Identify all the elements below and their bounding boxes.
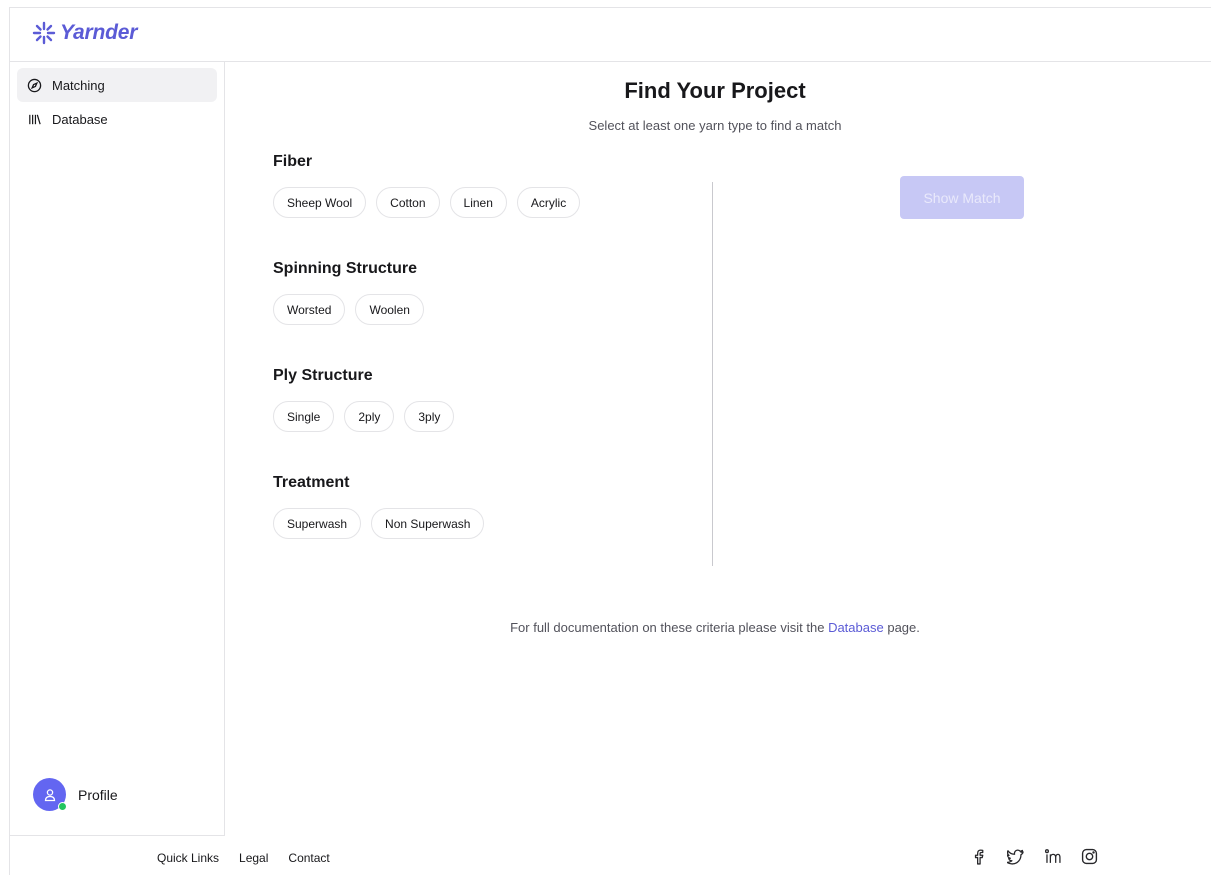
logo[interactable]: Yarnder (32, 21, 137, 45)
chip-non-superwash[interactable]: Non Superwash (371, 508, 485, 539)
doc-note-suffix: page. (887, 620, 920, 635)
chip-woolen[interactable]: Woolen (355, 294, 424, 325)
online-status-dot (58, 802, 67, 811)
chip-acrylic[interactable]: Acrylic (516, 187, 581, 218)
sidebar-item-matching[interactable]: Matching (17, 68, 217, 102)
chip-superwash[interactable]: Superwash (273, 508, 362, 539)
footer-link-quick-links[interactable]: Quick Links (157, 851, 219, 865)
chip-worsted[interactable]: Worsted (273, 294, 346, 325)
sidebar-item-label: Matching (52, 77, 105, 93)
sidebar-item-label: Database (52, 111, 108, 127)
doc-note-prefix: For full documentation on these criteria… (510, 620, 825, 635)
database-link[interactable]: Database (828, 620, 884, 635)
user-icon (44, 788, 55, 801)
library-icon (29, 114, 41, 124)
fiber-group: Fiber Sheep Wool Cotton Linen Acrylic (273, 153, 581, 218)
sidebar: Matching Database Profile (10, 62, 225, 836)
group-title: Ply Structure (273, 367, 373, 384)
treatment-group: Treatment Superwash Non Superwash (273, 474, 485, 539)
show-match-button[interactable]: Show Match (900, 176, 1024, 219)
group-title: Treatment (273, 474, 350, 491)
profile-button[interactable]: Profile (33, 778, 118, 811)
sidebar-item-database[interactable]: Database (17, 102, 217, 136)
group-title: Fiber (273, 153, 313, 170)
chip-linen[interactable]: Linen (449, 187, 507, 218)
chip-cotton[interactable]: Cotton (376, 187, 440, 218)
profile-label: Profile (78, 786, 118, 803)
chip-3ply[interactable]: 3ply (404, 401, 455, 432)
header: Yarnder (10, 8, 1211, 62)
compass-icon (27, 78, 42, 92)
avatar (33, 778, 67, 811)
group-title: Spinning Structure (273, 260, 417, 277)
app-name: Yarnder (60, 21, 138, 44)
twitter-icon[interactable] (1007, 848, 1024, 865)
chip-single[interactable]: Single (273, 401, 335, 432)
chip-sheep-wool[interactable]: Sheep Wool (273, 187, 367, 218)
page-subtitle: Select at least one yarn type to find a … (588, 118, 842, 133)
linkedin-icon[interactable] (1044, 848, 1061, 865)
footer-links: Quick Links Legal Contact (157, 851, 330, 865)
footer-link-contact[interactable]: Contact (288, 851, 329, 865)
vertical-divider (712, 182, 713, 566)
spinning-structure-group: Spinning Structure Worsted Woolen (273, 260, 424, 325)
facebook-icon[interactable] (970, 848, 987, 865)
app-window: Yarnder Matching Database Profile Find Y… (9, 7, 1211, 875)
sparkle-logo-icon (32, 21, 56, 45)
chip-2ply[interactable]: 2ply (344, 401, 395, 432)
page-title: Find Your Project (624, 78, 806, 103)
footer: Quick Links Legal Contact (10, 836, 1211, 875)
social-links (970, 848, 1098, 865)
instagram-icon[interactable] (1081, 848, 1098, 865)
main-content: Find Your Project Select at least one ya… (226, 62, 1211, 836)
documentation-note: For full documentation on these criteria… (226, 620, 1204, 635)
ply-structure-group: Ply Structure Single 2ply 3ply (273, 367, 455, 432)
footer-link-legal[interactable]: Legal (239, 851, 268, 865)
